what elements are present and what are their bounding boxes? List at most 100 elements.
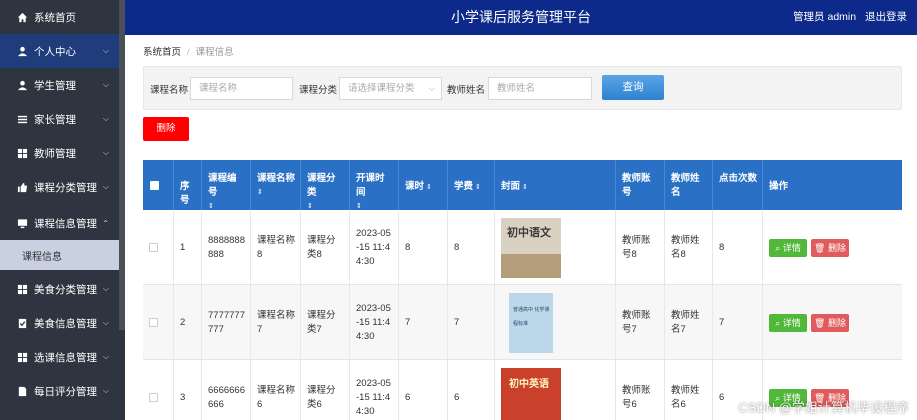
sidebar-item-label: 教师管理: [34, 147, 76, 160]
search-icon: ⌕: [775, 317, 783, 328]
col-index: 序号: [174, 160, 202, 210]
cell-clicks: 8: [713, 210, 763, 285]
chevron-down-icon: ⌵: [102, 46, 109, 55]
col-actions: 操作: [769, 181, 789, 192]
cell-category: 课程分类8: [301, 210, 350, 285]
breadcrumb-current: 课程信息: [195, 47, 234, 58]
sidebar-item-label: 每日评分管理: [34, 385, 97, 398]
cell-account: 教师账号8: [616, 210, 665, 285]
submenu-course-info[interactable]: 课程信息: [0, 240, 119, 270]
col-code[interactable]: 课程编号 ⇕: [202, 160, 251, 210]
chevron-down-icon: ⌵: [102, 114, 109, 123]
breadcrumb: 系统首页 / 课程信息: [143, 47, 234, 58]
breadcrumb-home[interactable]: 系统首页: [143, 47, 181, 58]
cell-teacher: 教师姓名8: [665, 210, 713, 285]
col-fee[interactable]: 学费 ⇕: [448, 160, 495, 210]
sidebar-item-food-category[interactable]: 美食分类管理 ⌵: [0, 272, 119, 306]
row-checkbox[interactable]: [149, 393, 158, 402]
chevron-up-icon: ⌃: [102, 218, 109, 228]
monitor-icon: [16, 217, 28, 229]
col-hours[interactable]: 课时 ⇕: [399, 160, 448, 210]
cell-code: 6666666666: [202, 360, 251, 420]
sort-icon: ⇕: [475, 184, 481, 191]
sidebar-item-label: 美食分类管理: [34, 283, 97, 296]
cell-hours: 6: [399, 360, 448, 420]
cell-teacher: 教师姓名7: [665, 285, 713, 360]
trash-icon: 🗑: [814, 317, 828, 328]
sidebar-item-label: 个人中心: [34, 45, 76, 58]
cell-time: 2023-05-15 11:44:30: [350, 285, 399, 360]
cell-index: 2: [174, 285, 202, 360]
sidebar-item-home[interactable]: 系统首页: [0, 0, 119, 34]
teacher-name-label: 教师姓名: [447, 85, 486, 96]
search-icon: ⌕: [775, 242, 783, 253]
cell-index: 1: [174, 210, 202, 285]
select-all-checkbox[interactable]: [150, 181, 159, 190]
sidebar: 系统首页 个人中心 ⌵ 学生管理 ⌵ 家长管理 ⌵ 教师管理 ⌵ 课程分类管理 …: [0, 0, 125, 420]
detail-button[interactable]: ⌕ 详情: [769, 313, 807, 332]
top-header: 小学课后服务管理平台 管理员 admin 退出登录: [125, 0, 917, 35]
col-category[interactable]: 课程分类 ⇕: [301, 160, 350, 210]
col-account: 教师账号: [616, 160, 665, 210]
table-row: 1 8888888888 课程名称8 课程分类8 2023-05-15 11:4…: [143, 210, 902, 285]
sidebar-item-profile[interactable]: 个人中心 ⌵: [0, 34, 119, 68]
sidebar-item-label: 美食信息管理: [34, 317, 97, 330]
admin-label: 管理员 admin: [793, 11, 857, 23]
sort-icon: ⇕: [522, 184, 528, 191]
col-teacher: 教师姓名: [665, 160, 713, 210]
table-header: 序号 课程编号 ⇕ 课程名称 ⇕ 课程分类 ⇕ 开课时间 ⇕ 课时 ⇕ 学费 ⇕ 封面 ⇕ 教…: [143, 160, 902, 210]
cover-image: 初中语文: [501, 217, 561, 278]
col-name[interactable]: 课程名称 ⇕: [251, 160, 301, 210]
query-button[interactable]: 查询: [602, 75, 664, 100]
cell-account: 教师账号7: [616, 285, 665, 360]
sidebar-scrollbar[interactable]: [119, 0, 125, 330]
sidebar-item-label: 系统首页: [34, 11, 76, 24]
sidebar-item-label: 选课信息管理: [34, 351, 97, 364]
sidebar-item-students[interactable]: 学生管理 ⌵: [0, 68, 119, 102]
course-category-select[interactable]: 请选择课程分类 ⌵: [339, 77, 442, 100]
chevron-down-icon: ⌵: [102, 386, 109, 395]
chevron-down-icon: ⌵: [102, 80, 109, 89]
sidebar-item-course-category[interactable]: 课程分类管理 ⌵: [0, 170, 119, 204]
chevron-down-icon: ⌵: [428, 84, 435, 93]
sidebar-item-daily-rating[interactable]: 每日评分管理 ⌵: [0, 374, 119, 408]
cell-fee: 7: [448, 285, 495, 360]
row-delete-button[interactable]: 🗑 删除: [811, 313, 849, 332]
teacher-name-input[interactable]: 教师姓名: [488, 77, 592, 100]
table-row: 2 7777777777 课程名称7 课程分类7 2023-05-15 11:4…: [143, 285, 902, 360]
grid-icon: [16, 351, 28, 363]
cell-hours: 8: [399, 210, 448, 285]
cell-name: 课程名称8: [251, 210, 301, 285]
course-category-label: 课程分类: [299, 85, 338, 96]
cell-code: 7777777777: [202, 285, 251, 360]
batch-delete-button[interactable]: 删除: [143, 117, 189, 141]
row-checkbox[interactable]: [149, 243, 158, 252]
detail-button[interactable]: ⌕ 详情: [769, 238, 807, 257]
sidebar-item-teachers[interactable]: 教师管理 ⌵: [0, 136, 119, 170]
doc-icon: [16, 385, 28, 397]
sidebar-item-course-info[interactable]: 课程信息管理 ⌃: [0, 206, 119, 240]
sidebar-item-food-info[interactable]: 美食信息管理 ⌵: [0, 306, 119, 340]
col-cover[interactable]: 封面 ⇕: [495, 160, 616, 210]
course-name-input[interactable]: 课程名称: [190, 77, 293, 100]
sidebar-item-course-selection[interactable]: 选课信息管理 ⌵: [0, 340, 119, 374]
cell-clicks: 7: [713, 285, 763, 360]
sidebar-item-label: 家长管理: [34, 113, 76, 126]
chevron-down-icon: ⌵: [102, 352, 109, 361]
row-checkbox[interactable]: [149, 318, 158, 327]
sidebar-item-label: 课程分类管理: [34, 181, 97, 194]
sidebar-item-parents[interactable]: 家长管理 ⌵: [0, 102, 119, 136]
select-all-cell: [143, 160, 174, 210]
sort-icon: ⇕: [307, 203, 313, 210]
logout-link[interactable]: 退出登录: [865, 11, 907, 23]
cell-hours: 7: [399, 285, 448, 360]
sort-icon: ⇕: [208, 203, 214, 210]
cell-time: 2023-05-15 11:44:30: [350, 360, 399, 420]
cell-category: 课程分类7: [301, 285, 350, 360]
trash-icon: 🗑: [814, 242, 828, 253]
row-delete-button[interactable]: 🗑 删除: [811, 238, 849, 257]
cell-actions: ⌕ 详情 🗑 删除: [763, 285, 902, 360]
user-area: 管理员 admin 退出登录: [787, 0, 907, 35]
col-time[interactable]: 开课时间 ⇕: [350, 160, 399, 210]
category-placeholder: 请选择课程分类: [348, 83, 415, 94]
